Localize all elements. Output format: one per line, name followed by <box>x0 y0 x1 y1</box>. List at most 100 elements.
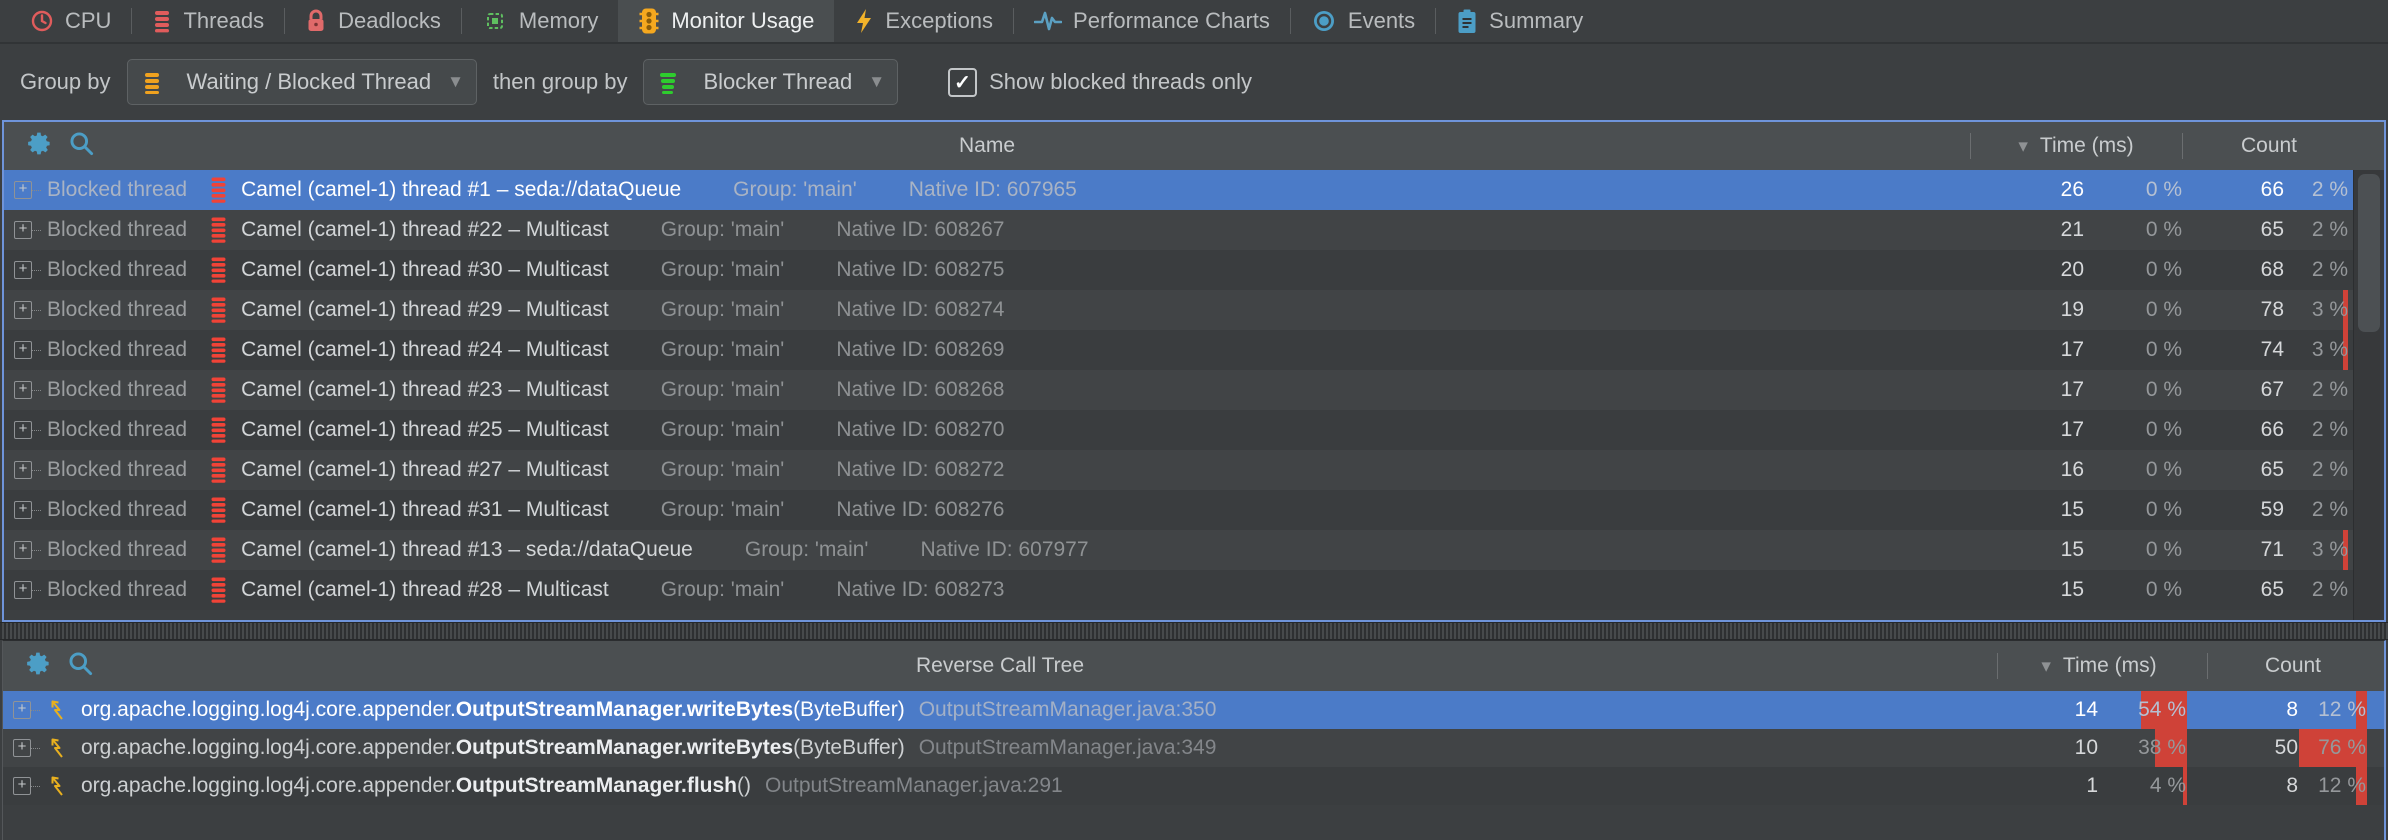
blocked-thread-label: Blocked thread <box>47 538 187 562</box>
time-column-header[interactable]: Time (ms) <box>1978 122 2174 170</box>
blocked-thread-icon <box>209 176 228 204</box>
time-value: 17 <box>2061 378 2084 402</box>
blocked-thread-row[interactable]: Blocked threadCamel (camel-1) thread #24… <box>4 330 2384 370</box>
name-column-header[interactable]: Name <box>4 122 1970 170</box>
thread-name: Camel (camel-1) thread #24 – Multicast <box>241 338 609 362</box>
expand-icon[interactable] <box>14 581 32 599</box>
count-percent: 3 % <box>2312 538 2348 562</box>
blocked-thread-label: Blocked thread <box>47 458 187 482</box>
tab-monitor-usage[interactable]: Monitor Usage <box>618 0 834 42</box>
tab-performance-charts[interactable]: Performance Charts <box>1014 0 1290 42</box>
blocked-thread-row[interactable]: Blocked threadCamel (camel-1) thread #30… <box>4 250 2384 290</box>
method-package: org.apache.logging.log4j.core.appender. <box>81 698 456 722</box>
expand-icon[interactable] <box>14 461 32 479</box>
tab-threads[interactable]: Threads <box>132 0 284 42</box>
expand-icon[interactable] <box>14 541 32 559</box>
count-column-header[interactable]: Count <box>2194 122 2344 170</box>
count-value: 78 <box>2261 298 2284 322</box>
expand-icon[interactable] <box>14 421 32 439</box>
call-tree-row[interactable]: org.apache.logging.log4j.core.appender.O… <box>3 691 2384 729</box>
threads-table-header: Name Time (ms) Count <box>4 122 2384 170</box>
blocked-thread-row[interactable]: Blocked threadCamel (camel-1) thread #28… <box>4 570 2384 610</box>
expand-icon[interactable] <box>14 381 32 399</box>
time-value: 10 <box>2075 736 2098 760</box>
blocked-thread-row[interactable]: Blocked threadCamel (camel-1) thread #31… <box>4 490 2384 530</box>
blocked-thread-row[interactable]: Blocked threadCamel (camel-1) thread #1 … <box>4 170 2384 210</box>
group-by-dropdown[interactable]: Waiting / Blocked Thread <box>127 59 477 105</box>
call-tree-column-header[interactable]: Reverse Call Tree <box>3 641 1997 691</box>
call-tree-row[interactable]: org.apache.logging.log4j.core.appender.O… <box>3 767 2384 805</box>
thread-group: Group: 'main' <box>661 498 785 522</box>
blocked-thread-row[interactable]: Blocked thread Camel (camel-1) thread #22… <box>4 210 2384 250</box>
column-divider[interactable] <box>2207 653 2208 679</box>
thread-name: Camel (camel-1) thread #31 – Multicast <box>241 498 609 522</box>
expand-icon[interactable] <box>14 181 32 199</box>
expand-icon[interactable] <box>14 261 32 279</box>
show-blocked-threads-label: Show blocked threads only <box>989 69 1252 95</box>
call-tree-row[interactable]: org.apache.logging.log4j.core.appender.O… <box>3 729 2384 767</box>
thread-name: Camel (camel-1) thread #27 – Multicast <box>241 458 609 482</box>
blocked-thread-icon <box>209 456 228 484</box>
then-group-by-dropdown[interactable]: Blocker Thread <box>643 59 898 105</box>
count-percent: 2 % <box>2312 218 2348 242</box>
tab-exceptions[interactable]: Exceptions <box>834 0 1013 42</box>
count-value: 74 <box>2261 338 2284 362</box>
count-percent: 3 % <box>2312 338 2348 362</box>
blocked-thread-row[interactable]: Blocked thread Camel (camel-1) thread #27… <box>4 450 2384 490</box>
count-column-header[interactable]: Count <box>2218 641 2368 691</box>
count-value: 8 <box>2286 698 2298 722</box>
expand-icon[interactable] <box>13 777 31 795</box>
expand-icon[interactable] <box>14 301 32 319</box>
tree-connector <box>32 270 41 271</box>
time-percent: 0 % <box>2146 418 2182 442</box>
count-percent: 2 % <box>2312 458 2348 482</box>
tab-cpu[interactable]: CPU <box>10 0 131 42</box>
blocked-thread-row[interactable]: Blocked thread Camel (camel-1) thread #13… <box>4 530 2384 570</box>
time-percent: 4 % <box>2150 774 2186 798</box>
expand-icon[interactable] <box>13 739 31 757</box>
expand-icon[interactable] <box>13 701 31 719</box>
thread-name: Camel (camel-1) thread #1 – seda://dataQ… <box>241 178 681 202</box>
scrollbar-thumb[interactable] <box>2358 174 2380 332</box>
expand-icon[interactable] <box>14 501 32 519</box>
blocked-thread-row[interactable]: Blocked threadCamel (camel-1) thread #29… <box>4 290 2384 330</box>
source-location: OutputStreamManager.java:350 <box>919 698 1217 722</box>
clipboard-icon <box>1456 8 1478 35</box>
count-value: 65 <box>2261 218 2284 242</box>
blocked-thread-label: Blocked thread <box>47 218 187 242</box>
column-divider[interactable] <box>2182 133 2183 159</box>
tree-connector <box>31 748 40 749</box>
method-args: () <box>737 774 751 798</box>
tab-memory[interactable]: Memory <box>462 0 618 42</box>
blocked-thread-icon <box>209 256 228 284</box>
blocked-thread-row[interactable]: Blocked threadCamel (camel-1) thread #23… <box>4 370 2384 410</box>
horizontal-splitter[interactable] <box>0 622 2388 640</box>
show-blocked-threads-checkbox[interactable] <box>948 68 977 97</box>
count-percent: 2 % <box>2312 258 2348 282</box>
vertical-scrollbar[interactable] <box>2353 170 2384 620</box>
column-divider[interactable] <box>1997 653 1998 679</box>
thread-name: Camel (camel-1) thread #25 – Multicast <box>241 418 609 442</box>
time-value: 26 <box>2061 178 2084 202</box>
time-column-header[interactable]: Time (ms) <box>2005 641 2193 691</box>
method-package: org.apache.logging.log4j.core.appender. <box>81 774 456 798</box>
blocked-thread-row[interactable]: Blocked threadCamel (camel-1) thread #25… <box>4 410 2384 450</box>
tab-bar: CPUThreadsDeadlocksMemoryMonitor UsageEx… <box>0 0 2388 44</box>
thread-name: Camel (camel-1) thread #13 – seda://data… <box>241 538 693 562</box>
tab-events[interactable]: Events <box>1291 0 1435 42</box>
method-name: OutputStreamManager.writeBytes <box>456 698 793 722</box>
time-value: 17 <box>2061 338 2084 362</box>
count-percent: 76 % <box>2318 736 2366 760</box>
method-name: OutputStreamManager.flush <box>456 774 737 798</box>
column-divider[interactable] <box>1970 133 1971 159</box>
tab-deadlocks[interactable]: Deadlocks <box>285 0 461 42</box>
tree-connector <box>32 310 41 311</box>
expand-icon[interactable] <box>14 341 32 359</box>
tab-label: Events <box>1348 8 1415 34</box>
count-percent: 12 % <box>2318 698 2366 722</box>
thread-name: Camel (camel-1) thread #22 – Multicast <box>241 218 609 242</box>
time-value: 15 <box>2061 578 2084 602</box>
tab-summary[interactable]: Summary <box>1436 0 1603 42</box>
memory-chip-icon <box>482 8 508 34</box>
expand-icon[interactable] <box>14 221 32 239</box>
